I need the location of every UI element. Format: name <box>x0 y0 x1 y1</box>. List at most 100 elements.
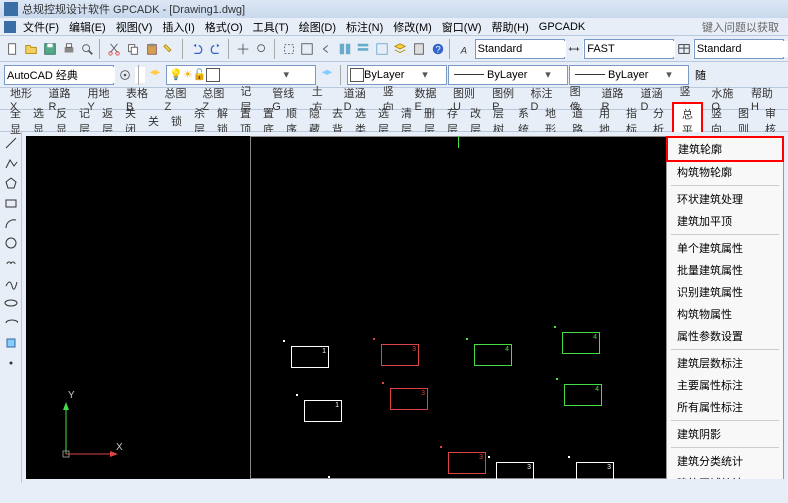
layer-color-swatch <box>206 68 220 82</box>
menu-format[interactable]: 格式(O) <box>200 19 248 35</box>
toolbar-standard: ? A ▾ ▾ ▾ <box>0 36 788 62</box>
print-button[interactable] <box>60 39 78 59</box>
preview-button[interactable] <box>78 39 96 59</box>
menu-item[interactable]: 构筑物轮廓 <box>667 161 783 183</box>
props-button[interactable] <box>354 39 372 59</box>
menu-edit[interactable]: 编辑(E) <box>64 19 111 35</box>
building-rect[interactable]: 3 <box>381 344 419 366</box>
spline-tool[interactable] <box>2 274 20 292</box>
menu-insert[interactable]: 插入(I) <box>157 19 199 35</box>
zoom-window-button[interactable] <box>280 39 298 59</box>
linetype-input[interactable] <box>487 67 542 83</box>
ellipse-arc-tool[interactable] <box>2 314 20 332</box>
layer-props-button[interactable] <box>145 65 165 85</box>
cmd-tab[interactable]: 锁 <box>165 112 188 130</box>
menu-item[interactable]: 环状建筑处理 <box>667 188 783 210</box>
rect-tool[interactable] <box>2 194 20 212</box>
building-rect[interactable]: 3 <box>448 452 486 474</box>
svg-text:?: ? <box>435 44 440 55</box>
doc-icon <box>4 21 16 33</box>
help-icon[interactable]: ? <box>429 39 447 59</box>
undo-button[interactable] <box>189 39 207 59</box>
polygon-tool[interactable] <box>2 174 20 192</box>
drawing-canvas[interactable]: 11113334443333 Y X 建筑轮廓构筑物轮廓环状建筑处理建筑加平顶单… <box>26 136 784 479</box>
menu-gpcadk[interactable]: GPCADK <box>534 21 590 33</box>
line-preview <box>454 74 484 75</box>
text-style-combo[interactable]: ▾ <box>475 39 565 59</box>
chevron-down-icon[interactable]: ▾ <box>542 68 554 81</box>
menu-draw[interactable]: 绘图(D) <box>294 19 341 35</box>
block-tool[interactable] <box>2 334 20 352</box>
menu-modify[interactable]: 修改(M) <box>388 19 437 35</box>
menu-view[interactable]: 视图(V) <box>111 19 158 35</box>
building-rect[interactable]: 3 <box>390 388 428 410</box>
dim-style-combo[interactable]: ▾ <box>584 39 674 59</box>
building-rect[interactable]: 3 <box>576 462 614 479</box>
layer-input[interactable] <box>220 67 280 83</box>
redo-button[interactable] <box>207 39 225 59</box>
table-style-input[interactable] <box>697 41 788 57</box>
copy-button[interactable] <box>124 39 142 59</box>
menu-item[interactable]: 识别建筑属性 <box>667 281 783 303</box>
zoom-prev-button[interactable] <box>317 39 335 59</box>
revcloud-tool[interactable] <box>2 254 20 272</box>
text-style-icon[interactable]: A <box>456 39 474 59</box>
dc-button[interactable] <box>336 39 354 59</box>
pline-tool[interactable] <box>2 154 20 172</box>
help-prompt[interactable]: 键入问题以获取 <box>697 19 784 35</box>
menu-item[interactable]: 建筑分类统计 <box>667 450 783 472</box>
draw-toolbar <box>0 132 22 483</box>
paste-button[interactable] <box>143 39 161 59</box>
tp-button[interactable] <box>373 39 391 59</box>
building-rect[interactable]: 4 <box>564 384 602 406</box>
point-tool[interactable] <box>2 354 20 372</box>
open-button[interactable] <box>23 39 41 59</box>
menu-item[interactable]: 属性参数设置 <box>667 325 783 347</box>
linetype-combo[interactable]: ▾ <box>448 65 568 85</box>
chevron-down-icon[interactable]: ▾ <box>280 68 292 81</box>
circle-tool[interactable] <box>2 234 20 252</box>
pan-button[interactable] <box>234 39 252 59</box>
menu-help[interactable]: 帮助(H) <box>487 19 534 35</box>
menu-item[interactable]: 单个建筑属性 <box>667 237 783 259</box>
zoom-button[interactable] <box>253 39 271 59</box>
dim-style-icon[interactable] <box>566 39 584 59</box>
layer-button[interactable] <box>392 39 410 59</box>
new-button[interactable] <box>4 39 22 59</box>
workspace-combo[interactable]: ▾ <box>4 65 114 85</box>
table-style-combo[interactable]: ▾ <box>694 39 784 59</box>
menu-window[interactable]: 窗口(W) <box>437 19 487 35</box>
building-rect[interactable]: 4 <box>474 344 512 366</box>
save-button[interactable] <box>41 39 59 59</box>
lineweight-input[interactable] <box>608 67 663 83</box>
menu-item[interactable]: 建筑区域统计 <box>667 472 783 479</box>
match-button[interactable] <box>161 39 179 59</box>
building-rect[interactable]: 4 <box>562 332 600 354</box>
ws-settings-icon[interactable] <box>115 65 135 85</box>
menu-item[interactable]: 所有属性标注 <box>667 396 783 418</box>
calc-button[interactable] <box>410 39 428 59</box>
ucs-icon: Y X <box>54 396 124 469</box>
menu-item[interactable]: 构筑物属性 <box>667 303 783 325</box>
menu-item[interactable]: 建筑轮廓 <box>666 136 784 162</box>
menu-dim[interactable]: 标注(N) <box>341 19 388 35</box>
menu-item[interactable]: 建筑层数标注 <box>667 352 783 374</box>
building-rect[interactable]: 3 <box>496 462 534 479</box>
zoom-extents-button[interactable] <box>299 39 317 59</box>
chevron-down-icon[interactable]: ▾ <box>419 68 431 81</box>
cmd-tab[interactable]: 关 <box>142 112 165 130</box>
building-rect[interactable]: 1 <box>304 400 342 422</box>
cut-button[interactable] <box>106 39 124 59</box>
menu-file[interactable]: 文件(F) <box>18 19 64 35</box>
menu-item[interactable]: 建筑加平顶 <box>667 210 783 232</box>
menu-item[interactable]: 主要属性标注 <box>667 374 783 396</box>
menu-item[interactable]: 批量建筑属性 <box>667 259 783 281</box>
menu-tools[interactable]: 工具(T) <box>248 19 294 35</box>
menu-item[interactable]: 建筑阴影 <box>667 423 783 445</box>
color-input[interactable] <box>364 67 419 83</box>
table-style-icon[interactable] <box>675 39 693 59</box>
arc-tool[interactable] <box>2 214 20 232</box>
chevron-down-icon[interactable]: ▾ <box>663 68 675 81</box>
building-rect[interactable]: 1 <box>291 346 329 368</box>
ellipse-tool[interactable] <box>2 294 20 312</box>
